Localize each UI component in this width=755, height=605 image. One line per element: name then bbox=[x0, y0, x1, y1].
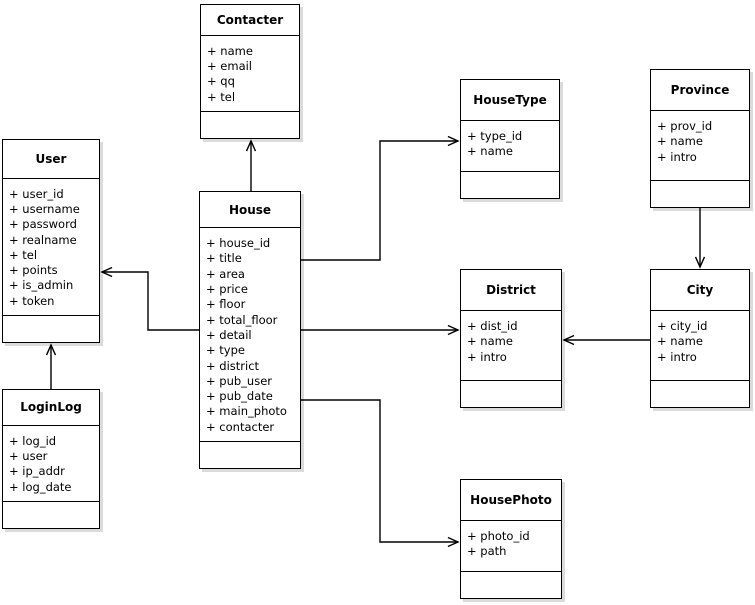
uml-class-contacter[interactable]: Contacter + name + email + qq + tel bbox=[200, 4, 300, 139]
attribute-row: + path bbox=[467, 544, 507, 559]
attribute-row: + points bbox=[9, 263, 58, 278]
attribute-row: + type_id bbox=[467, 129, 523, 143]
class-title-housephoto: HousePhoto bbox=[461, 480, 561, 521]
attribute-row: + realname bbox=[9, 232, 77, 247]
attribute-row: + password bbox=[9, 217, 77, 232]
attribute-row: + price bbox=[206, 282, 248, 297]
class-methods-loginlog bbox=[3, 502, 99, 528]
attribute-row: + title bbox=[206, 251, 242, 266]
connector-house-to-housephoto bbox=[301, 399, 460, 548]
connector-province-to-city bbox=[694, 208, 706, 269]
attribute-row: + username bbox=[9, 201, 80, 216]
class-attributes-housetype: + type_id + name bbox=[461, 121, 559, 172]
connector-house-to-housetype bbox=[301, 135, 460, 261]
connector-loginlog-to-user bbox=[45, 343, 57, 389]
class-attributes-city: + city_id + name + intro bbox=[651, 311, 749, 381]
attribute-row: + photo_id bbox=[467, 529, 530, 543]
connector-house-to-user bbox=[100, 266, 199, 331]
uml-class-user[interactable]: User + user_id + username + password + realn… bbox=[2, 139, 100, 343]
attribute-row: + tel bbox=[207, 89, 236, 104]
class-title-district: District bbox=[461, 270, 561, 311]
arrowhead-open-icon bbox=[45, 343, 57, 356]
class-attributes-province: + prov_id + name + intro bbox=[651, 111, 749, 181]
attribute-row: + dist_id bbox=[467, 319, 518, 333]
class-attributes-district: + dist_id + name + intro bbox=[461, 311, 561, 381]
arrowhead-open-icon bbox=[245, 139, 257, 152]
arrowhead-open-icon bbox=[447, 135, 460, 147]
attribute-row: + pub_date bbox=[206, 389, 273, 404]
attribute-row: + qq bbox=[207, 74, 235, 89]
attribute-row: + intro bbox=[657, 149, 697, 164]
class-attributes-housephoto: + photo_id + path bbox=[461, 521, 561, 572]
class-attributes-house: + house_id + title + area + price + floor + t… bbox=[200, 228, 300, 442]
attribute-row: + name bbox=[207, 43, 253, 58]
arrowhead-open-icon bbox=[100, 266, 113, 278]
connector-line bbox=[301, 399, 458, 543]
attribute-row: + user bbox=[9, 449, 48, 464]
class-title-user: User bbox=[3, 140, 99, 179]
attribute-row: + city_id bbox=[657, 319, 708, 333]
class-attributes-contacter: + name + email + qq + tel bbox=[201, 36, 299, 112]
class-title-contacter: Contacter bbox=[201, 5, 299, 36]
attribute-row: + contacter bbox=[206, 419, 275, 434]
arrowhead-open-icon bbox=[694, 256, 706, 269]
class-methods-province bbox=[651, 181, 749, 207]
class-methods-house bbox=[200, 442, 300, 468]
connector-line bbox=[301, 140, 458, 261]
attribute-row: + name bbox=[467, 144, 513, 159]
class-methods-district bbox=[461, 381, 561, 407]
class-title-province: Province bbox=[651, 70, 749, 111]
attribute-row: + prov_id bbox=[657, 119, 713, 133]
class-title-loginlog: LoginLog bbox=[3, 390, 99, 426]
uml-class-city[interactable]: City + city_id + name + intro bbox=[650, 269, 750, 408]
attribute-row: + main_photo bbox=[206, 404, 287, 419]
attribute-row: + floor bbox=[206, 297, 246, 312]
class-title-housetype: HouseType bbox=[461, 80, 559, 121]
class-methods-housephoto bbox=[461, 572, 561, 598]
attribute-row: + district bbox=[206, 358, 260, 373]
attribute-row: + email bbox=[207, 59, 253, 74]
uml-class-housetype[interactable]: HouseType + type_id + name bbox=[460, 79, 560, 199]
uml-class-loginlog[interactable]: LoginLog + log_id + user + ip_addr + log_dat… bbox=[2, 389, 100, 529]
attribute-row: + log_date bbox=[9, 479, 72, 494]
attribute-row: + tel bbox=[9, 247, 38, 262]
attribute-row: + name bbox=[467, 334, 513, 349]
class-attributes-user: + user_id + username + password + realname +… bbox=[3, 179, 99, 316]
arrowhead-open-icon bbox=[562, 334, 575, 346]
attribute-row: + intro bbox=[467, 349, 507, 364]
connector-layer bbox=[45, 135, 706, 548]
attribute-row: + house_id bbox=[206, 236, 271, 251]
uml-class-housephoto[interactable]: HousePhoto + photo_id + path bbox=[460, 479, 562, 599]
class-attributes-loginlog: + log_id + user + ip_addr + log_date bbox=[3, 426, 99, 502]
class-title-house: House bbox=[200, 192, 300, 229]
connector-line bbox=[102, 271, 199, 331]
attribute-row: + intro bbox=[657, 349, 697, 364]
attribute-row: + name bbox=[657, 334, 703, 349]
attribute-row: + ip_addr bbox=[9, 464, 65, 479]
class-title-city: City bbox=[651, 270, 749, 311]
uml-class-house[interactable]: House + house_id + title + area + price + flo… bbox=[199, 191, 301, 469]
connector-house-to-contacter bbox=[245, 139, 257, 191]
attribute-row: + detail bbox=[206, 327, 252, 342]
attribute-row: + token bbox=[9, 293, 55, 308]
class-methods-user bbox=[3, 316, 99, 342]
class-methods-city bbox=[651, 381, 749, 407]
uml-class-district[interactable]: District + dist_id + name + intro bbox=[460, 269, 562, 408]
attribute-row: + area bbox=[206, 266, 245, 281]
class-methods-housetype bbox=[461, 172, 559, 198]
attribute-row: + total_floor bbox=[206, 312, 278, 327]
connector-house-to-district bbox=[301, 324, 460, 336]
class-methods-contacter bbox=[201, 112, 299, 138]
arrowhead-open-icon bbox=[447, 536, 460, 548]
uml-class-diagram-canvas: Contacter + name + email + qq + tel User + use… bbox=[0, 0, 755, 605]
attribute-row: + log_id bbox=[9, 433, 57, 448]
connector-city-to-district bbox=[562, 334, 650, 346]
arrowhead-open-icon bbox=[447, 324, 460, 336]
attribute-row: + name bbox=[657, 134, 703, 149]
attribute-row: + type bbox=[206, 343, 245, 358]
attribute-row: + pub_user bbox=[206, 373, 273, 388]
attribute-row: + is_admin bbox=[9, 278, 74, 293]
uml-class-province[interactable]: Province + prov_id + name + intro bbox=[650, 69, 750, 208]
attribute-row: + user_id bbox=[9, 186, 64, 201]
